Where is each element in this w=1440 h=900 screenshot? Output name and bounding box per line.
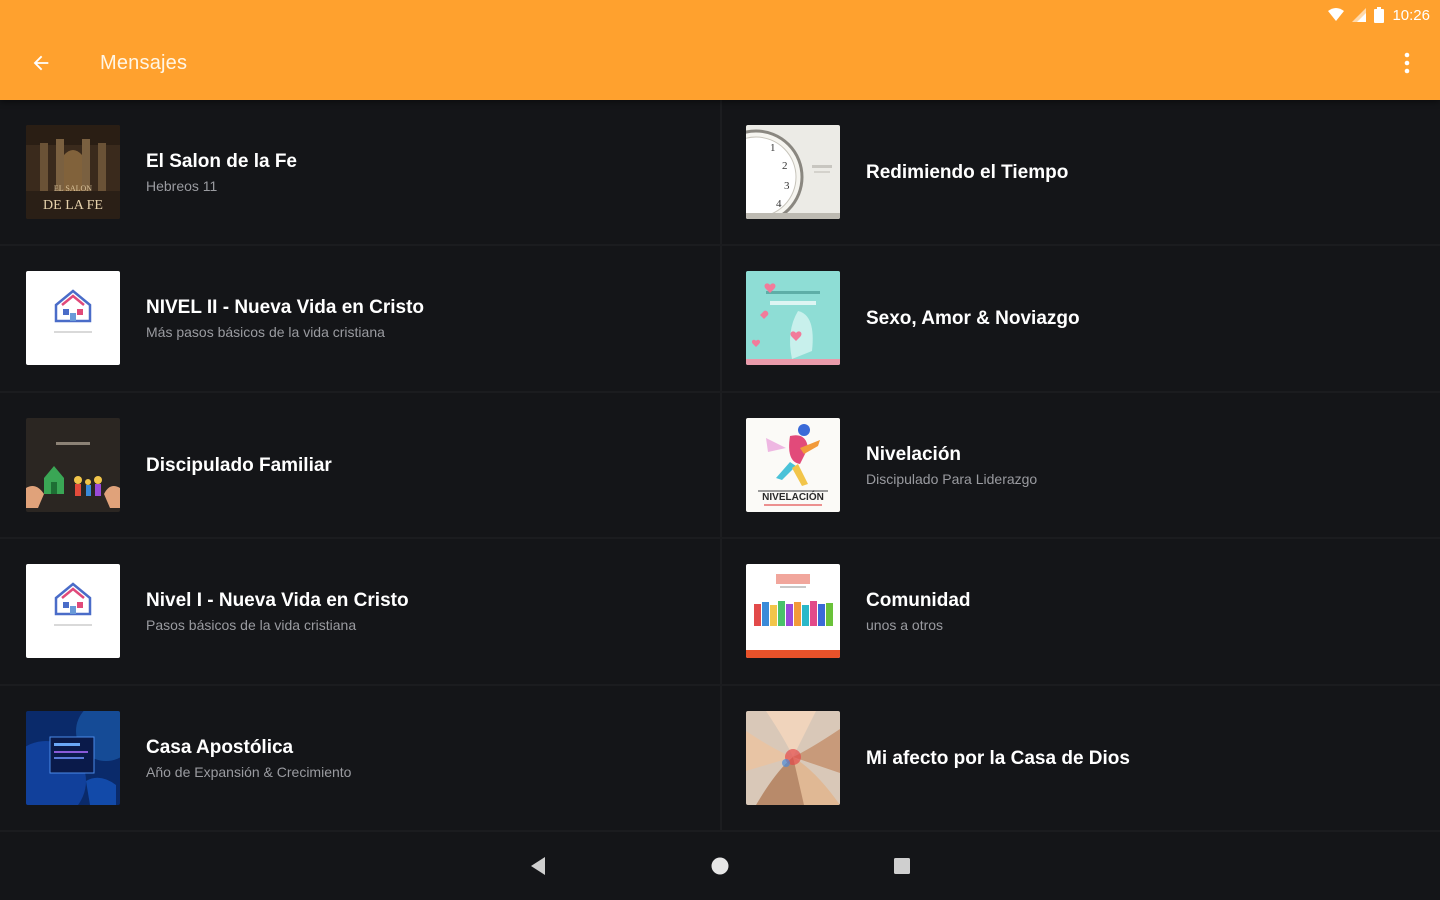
overflow-menu-button[interactable] bbox=[1392, 46, 1422, 80]
nav-home-button[interactable] bbox=[700, 846, 740, 886]
svg-text:4: 4 bbox=[776, 198, 782, 210]
item-subtitle: unos a otros bbox=[866, 617, 944, 634]
battery-icon bbox=[1374, 7, 1385, 23]
item-subtitle: Pasos básicos de la vida cristiana bbox=[146, 617, 357, 634]
svg-text:2: 2 bbox=[782, 160, 788, 172]
status-bar: 10:26 bbox=[1328, 4, 1430, 26]
cover-lettering: NIVELACIÓN bbox=[762, 490, 824, 503]
system-navigation-bar bbox=[0, 832, 1440, 900]
item-title: Nivel I - Nueva Vida en Cristo bbox=[146, 590, 409, 612]
item-title: Nivelación bbox=[866, 443, 962, 465]
cover-thumbnail bbox=[746, 564, 840, 659]
cover-lettering: DE LA FE bbox=[43, 198, 103, 213]
item-title: Discipulado Familiar bbox=[146, 454, 332, 476]
item-title: Comunidad bbox=[866, 590, 971, 612]
item-subtitle: Discipulado Para Liderazgo bbox=[866, 470, 1038, 487]
cover-thumbnail: 1 2 3 4 bbox=[746, 125, 840, 219]
list-item[interactable]: 1 2 3 4 Redimiendo el Tiempo bbox=[720, 100, 1440, 247]
message-list: EL SALON DE LA FE El Salon de la Fe Hebr… bbox=[0, 100, 1440, 832]
item-title: Mi afecto por la Casa de Dios bbox=[866, 747, 1130, 769]
wifi-icon bbox=[1328, 8, 1345, 21]
back-button[interactable] bbox=[24, 46, 58, 80]
list-item[interactable]: Discipulado Familiar bbox=[0, 393, 720, 540]
page-title: Mensajes bbox=[100, 52, 188, 74]
cover-thumbnail bbox=[26, 564, 120, 659]
list-item[interactable]: Comunidad unos a otros bbox=[720, 539, 1440, 686]
nav-back-button[interactable] bbox=[518, 846, 558, 886]
item-title: NIVEL II - Nueva Vida en Cristo bbox=[146, 297, 425, 319]
svg-text:1: 1 bbox=[770, 142, 776, 154]
item-subtitle: Hebreos 11 bbox=[146, 178, 218, 194]
app-bar: 10:26 Mensajes bbox=[0, 0, 1440, 100]
svg-text:3: 3 bbox=[784, 180, 790, 192]
item-title: Redimiendo el Tiempo bbox=[866, 162, 1069, 183]
status-time: 10:26 bbox=[1392, 6, 1430, 24]
cover-thumbnail: NIVELACIÓN bbox=[746, 417, 840, 512]
cover-thumbnail bbox=[746, 710, 840, 805]
arrow-left-icon bbox=[33, 55, 49, 71]
cover-thumbnail bbox=[26, 271, 120, 366]
item-subtitle: Año de Expansión & Crecimiento bbox=[146, 763, 352, 780]
cover-thumbnail bbox=[26, 417, 120, 512]
square-recents-icon bbox=[894, 858, 910, 874]
item-title: El Salon de la Fe bbox=[146, 151, 297, 172]
svg-text:EL SALON: EL SALON bbox=[54, 184, 92, 193]
item-title: Sexo, Amor & Noviazgo bbox=[866, 308, 1080, 330]
item-title: Casa Apostólica bbox=[146, 736, 294, 758]
list-item[interactable]: Sexo, Amor & Noviazgo bbox=[720, 246, 1440, 393]
cover-thumbnail bbox=[746, 271, 840, 366]
list-item[interactable]: Casa Apostólica Año de Expansión & Creci… bbox=[0, 686, 720, 832]
list-item[interactable]: Mi afecto por la Casa de Dios bbox=[720, 686, 1440, 832]
cover-thumbnail: EL SALON DE LA FE bbox=[26, 125, 120, 219]
nav-recents-button[interactable] bbox=[882, 846, 922, 886]
list-item[interactable]: EL SALON DE LA FE El Salon de la Fe Hebr… bbox=[0, 100, 720, 247]
list-item[interactable]: NIVELACIÓN Nivelación Discipulado Para L… bbox=[720, 393, 1440, 540]
more-vertical-icon bbox=[1404, 52, 1410, 74]
item-subtitle: Más pasos básicos de la vida cristiana bbox=[146, 324, 385, 341]
list-item[interactable]: Nivel I - Nueva Vida en Cristo Pasos bás… bbox=[0, 539, 720, 686]
list-item[interactable]: NIVEL II - Nueva Vida en Cristo Más paso… bbox=[0, 246, 720, 393]
triangle-back-icon bbox=[531, 857, 545, 875]
signal-icon bbox=[1352, 8, 1367, 22]
circle-home-icon bbox=[711, 857, 729, 875]
cover-thumbnail bbox=[26, 710, 120, 805]
